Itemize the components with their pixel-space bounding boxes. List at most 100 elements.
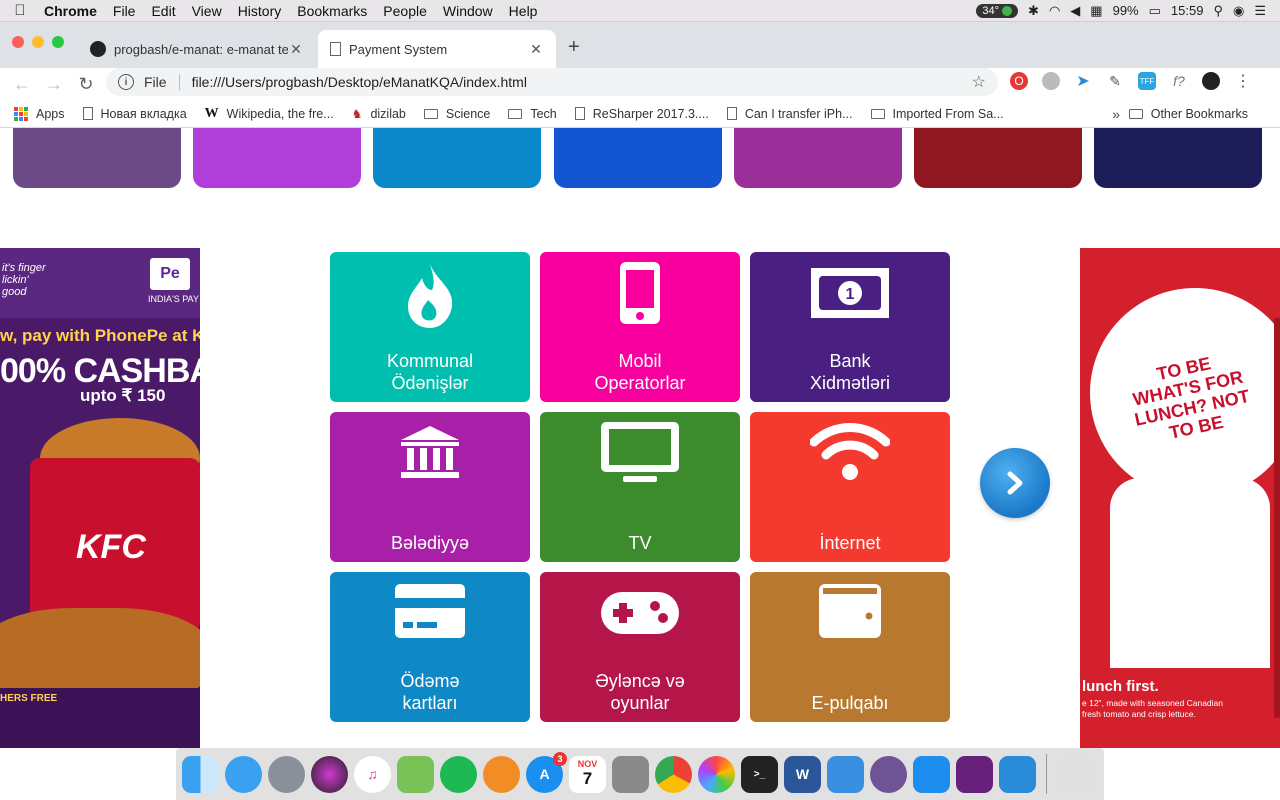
- itunes-icon[interactable]: ♫: [354, 755, 391, 793]
- tile-mobil[interactable]: Mobil Operatorlar: [540, 252, 740, 402]
- app-store-icon[interactable]: A3: [526, 751, 567, 793]
- bookmark-dizilab[interactable]: ♞ dizilab: [352, 107, 406, 121]
- send-extension-icon[interactable]: ➤: [1074, 72, 1092, 90]
- url-text[interactable]: file:///Users/progbash/Desktop/eManatKQA…: [192, 74, 972, 90]
- terminal-icon[interactable]: >_: [741, 755, 778, 793]
- folder-icon: [870, 108, 885, 119]
- bookmark-tech[interactable]: Tech: [508, 107, 557, 121]
- info-icon[interactable]: i: [118, 74, 134, 90]
- battery-percent[interactable]: 99%: [1113, 3, 1139, 18]
- input-flag-icon[interactable]: ▦: [1090, 3, 1102, 19]
- bookmark-imported[interactable]: Imported From Sa...: [870, 107, 1004, 121]
- formula-extension-icon[interactable]: f?: [1170, 72, 1188, 90]
- top-card[interactable]: [13, 128, 181, 188]
- system-preferences-icon[interactable]: [612, 755, 649, 793]
- top-card[interactable]: [554, 128, 722, 188]
- bookmark-label: Other Bookmarks: [1150, 106, 1248, 121]
- bookmark-apps[interactable]: Apps: [14, 106, 65, 121]
- other-bookmarks[interactable]: Other Bookmarks: [1128, 106, 1248, 121]
- top-card[interactable]: [193, 128, 361, 188]
- spotify-icon[interactable]: [440, 755, 477, 793]
- ad-upto: upto ₹ 150: [80, 386, 166, 405]
- tile-tv[interactable]: TV: [540, 412, 740, 562]
- bookmark-transfer[interactable]: Can I transfer iPh...: [726, 107, 853, 121]
- bookmark-star-icon[interactable]: ☆: [972, 72, 986, 92]
- siri-icon[interactable]: [311, 755, 348, 793]
- bookmark-science[interactable]: Science: [423, 107, 490, 121]
- figure-body-image: [1110, 478, 1270, 668]
- next-arrow-button[interactable]: [980, 448, 1050, 518]
- back-icon[interactable]: ←: [6, 74, 38, 95]
- menu-people[interactable]: People: [375, 3, 435, 19]
- spotlight-icon[interactable]: ⚲: [1213, 3, 1223, 19]
- right-ad-banner[interactable]: TO BE WHAT'S FOR LUNCH? NOT TO BE lunch …: [1080, 248, 1280, 748]
- reload-icon[interactable]: ↻: [70, 74, 102, 95]
- tile-kommunal[interactable]: Kommunal Ödənişlər: [330, 252, 530, 402]
- top-card[interactable]: [1094, 128, 1262, 188]
- new-tab-icon[interactable]: +: [568, 36, 580, 59]
- cloud-extension-icon[interactable]: [1042, 72, 1060, 90]
- notification-center-icon[interactable]: ☰: [1254, 3, 1266, 19]
- photos-icon[interactable]: [698, 755, 735, 793]
- tile-wallet[interactable]: E-pulqabı: [750, 572, 950, 722]
- menu-file[interactable]: File: [105, 3, 144, 19]
- tile-games[interactable]: Əyləncə və oyunlar: [540, 572, 740, 722]
- tile-internet[interactable]: İnternet: [750, 412, 950, 562]
- launchpad-icon[interactable]: [268, 755, 305, 793]
- tab-payment-system[interactable]: Payment System ✕: [318, 30, 556, 68]
- menu-window[interactable]: Window: [435, 3, 501, 19]
- left-ad-banner[interactable]: it's finger lickin' good Pe INDIA'S PAY …: [0, 248, 200, 748]
- forward-icon[interactable]: →: [38, 74, 70, 95]
- zoom-window-icon[interactable]: [52, 36, 64, 48]
- xcode-icon[interactable]: [913, 755, 950, 793]
- tile-beledyye[interactable]: Bələdiyyə: [330, 412, 530, 562]
- address-bar[interactable]: i File file:///Users/progbash/Desktop/eM…: [106, 68, 998, 96]
- keynote-icon[interactable]: [827, 755, 864, 793]
- vscode-icon[interactable]: [999, 755, 1036, 793]
- tab-title: progbash/e-manat: e-manat te: [114, 41, 288, 57]
- opera-extension-icon[interactable]: O: [1010, 72, 1028, 90]
- top-card[interactable]: [373, 128, 541, 188]
- tile-bank[interactable]: 1 Bank Xidmətləri: [750, 252, 950, 402]
- menu-help[interactable]: Help: [501, 3, 546, 19]
- chrome-icon[interactable]: [655, 755, 692, 793]
- bookmark-resharper[interactable]: ReSharper 2017.3....: [574, 107, 709, 121]
- tab-github[interactable]: progbash/e-manat: e-manat te ✕: [78, 30, 316, 68]
- temperature-widget[interactable]: 34°: [976, 3, 1019, 18]
- picker-extension-icon[interactable]: ✎: [1106, 72, 1124, 90]
- close-tab-icon[interactable]: ✕: [288, 41, 304, 58]
- bookmark-new-tab[interactable]: Новая вкладка: [82, 107, 187, 121]
- menu-history[interactable]: History: [230, 3, 290, 19]
- finder-icon[interactable]: [182, 755, 219, 793]
- profile-avatar-icon[interactable]: [1202, 72, 1220, 90]
- tff-extension-icon[interactable]: TFF: [1138, 72, 1156, 90]
- visual-studio-icon[interactable]: [956, 755, 993, 793]
- messages-icon[interactable]: [225, 755, 262, 793]
- calendar-icon[interactable]: NOV 7: [569, 755, 606, 793]
- volume-icon[interactable]: ◀: [1070, 3, 1080, 19]
- bookmark-wikipedia[interactable]: W Wikipedia, the fre...: [205, 106, 334, 122]
- close-window-icon[interactable]: [12, 36, 24, 48]
- trash-icon[interactable]: [1057, 755, 1094, 793]
- close-tab-icon[interactable]: ✕: [528, 41, 544, 58]
- bluetooth-icon[interactable]: ✱: [1028, 3, 1039, 19]
- menu-edit[interactable]: Edit: [143, 3, 183, 19]
- tile-cards[interactable]: Ödəmə kartları: [330, 572, 530, 722]
- apple-menu-icon[interactable]: : [0, 2, 40, 19]
- clock[interactable]: 15:59: [1171, 3, 1204, 18]
- minimize-window-icon[interactable]: [32, 36, 44, 48]
- books-icon[interactable]: [483, 755, 520, 793]
- siri-icon[interactable]: ◉: [1233, 3, 1244, 19]
- github-desktop-icon[interactable]: [870, 755, 907, 793]
- ad-scrollbar[interactable]: [1274, 318, 1280, 718]
- menu-app-chrome[interactable]: Chrome: [40, 3, 105, 19]
- menu-bookmarks[interactable]: Bookmarks: [289, 3, 375, 19]
- wifi-status-icon[interactable]: ◠: [1049, 3, 1060, 19]
- android-studio-icon[interactable]: [397, 755, 434, 793]
- top-card[interactable]: [734, 128, 902, 188]
- top-card[interactable]: [914, 128, 1082, 188]
- word-icon[interactable]: W: [784, 755, 821, 793]
- more-menu-icon[interactable]: ⋮: [1234, 72, 1252, 90]
- bookmarks-overflow-icon[interactable]: »: [1112, 106, 1120, 122]
- menu-view[interactable]: View: [184, 3, 230, 19]
